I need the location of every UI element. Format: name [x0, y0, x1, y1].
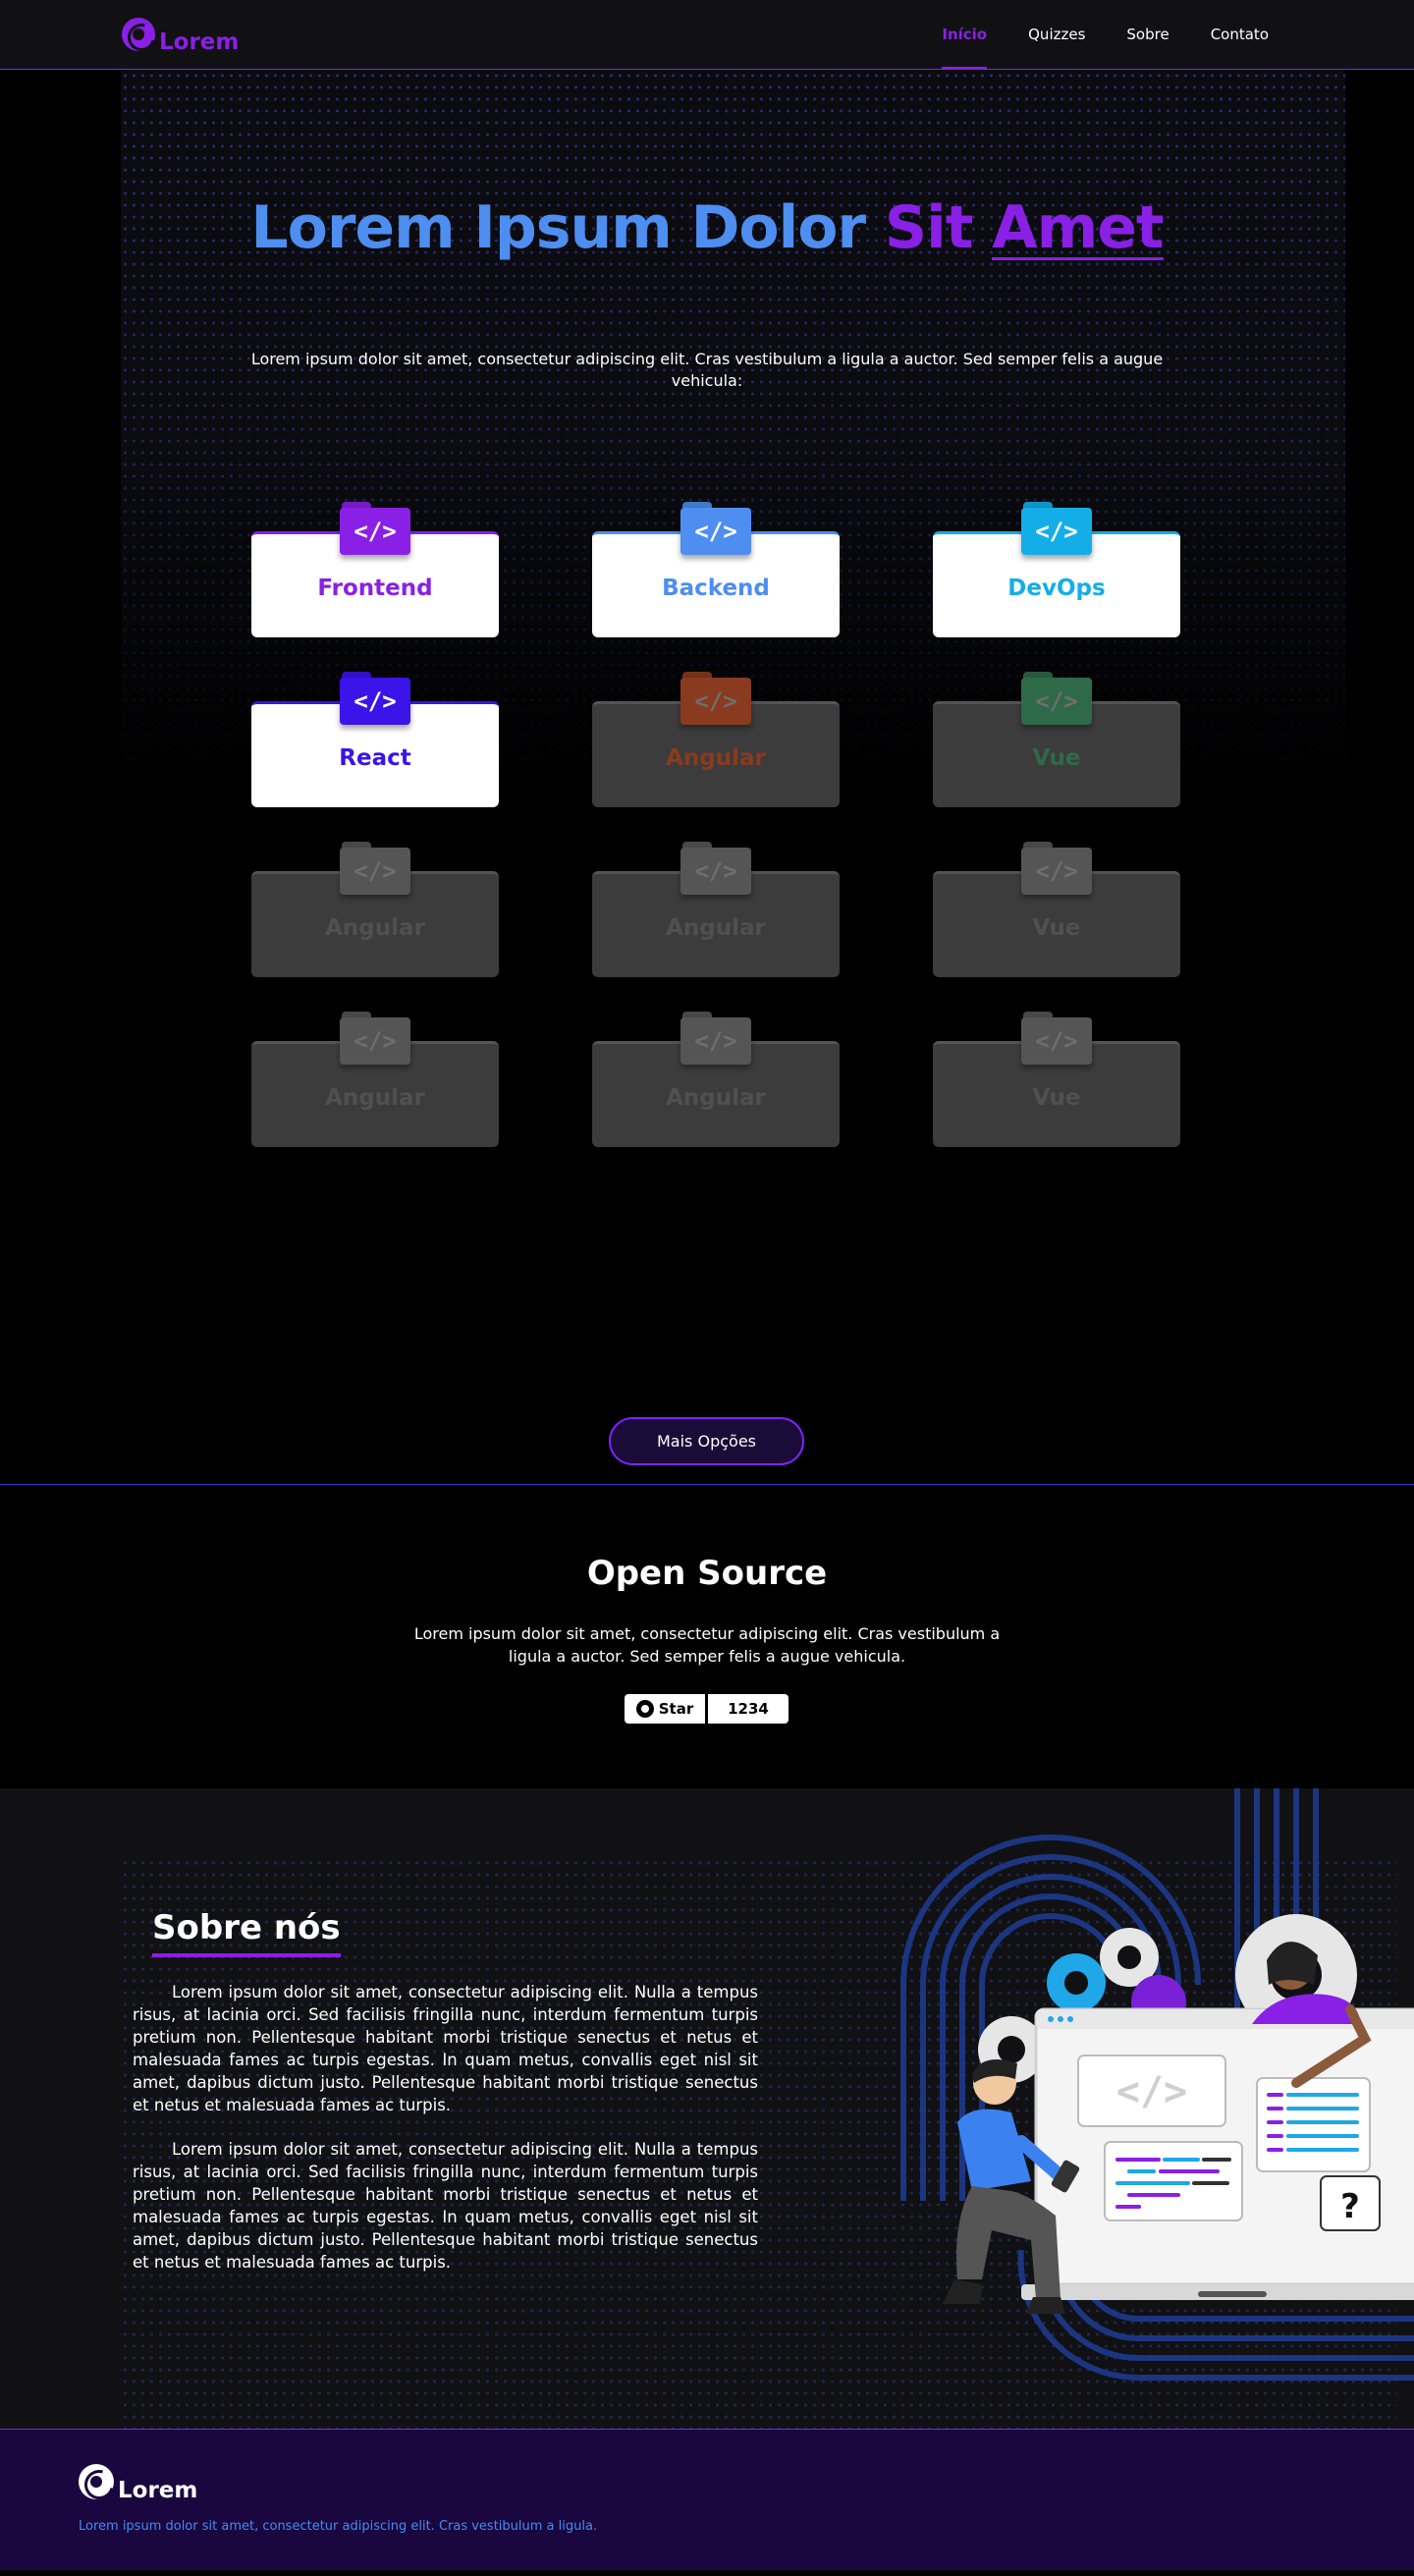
category-card-angular: Angular </>	[592, 672, 840, 807]
brand[interactable]: Lorem	[122, 18, 239, 55]
category-grid: Frontend </> Backend </> DevOps </> React </> An…	[251, 502, 1184, 1147]
folder-body: </>	[340, 1017, 410, 1065]
footer-brand[interactable]: Lorem	[79, 2464, 197, 2503]
folder-code-icon: </>	[680, 1012, 751, 1065]
category-card-label: Angular	[666, 1084, 766, 1111]
category-card-angular: Angular </>	[251, 842, 499, 977]
category-card-label: Angular	[666, 914, 766, 941]
folder-code-icon: </>	[340, 1012, 410, 1065]
footer-brand-name: Lorem	[118, 2478, 198, 2503]
open-source-title: Open Source	[586, 1554, 828, 1593]
folder-body: </>	[1021, 678, 1092, 725]
hero-title-part3: Amet	[992, 193, 1164, 262]
category-card-label: Backend	[662, 575, 770, 601]
category-card-label: Frontend	[317, 575, 433, 601]
more-options-button[interactable]: Mais Opções	[609, 1417, 804, 1465]
footer-text: Lorem ipsum dolor sit amet, consectetur …	[79, 2519, 598, 2534]
hero-subtitle: Lorem ipsum dolor sit amet, consectetur …	[250, 350, 1164, 390]
github-star-label: Star	[658, 1700, 694, 1718]
github-star-button[interactable]: Star	[625, 1694, 705, 1724]
folder-body: </>	[1021, 848, 1092, 895]
folder-body: </>	[680, 678, 751, 725]
footer-logo-icon	[79, 2464, 114, 2499]
nav-link-contato[interactable]: Contato	[1211, 0, 1269, 70]
folder-body: </>	[680, 848, 751, 895]
category-card-label: Vue	[1032, 914, 1081, 941]
folder-code-icon: </>	[1021, 1012, 1092, 1065]
hero-section: Lorem Ipsum Dolor Sit Amet Lorem ipsum d…	[0, 70, 1414, 1484]
hero-title-part2: Sit	[884, 193, 973, 262]
folder-body: </>	[1021, 508, 1092, 555]
folder-body: </>	[1021, 1017, 1092, 1065]
about-title: Sobre nós	[152, 1908, 341, 1957]
illustration-code-text: </>	[1116, 2069, 1187, 2114]
navbar: Lorem Início Quizzes Sobre Contato	[0, 0, 1414, 70]
folder-body: </>	[340, 848, 410, 895]
nav-link-quizzes[interactable]: Quizzes	[1028, 0, 1085, 70]
category-card-label: DevOps	[1007, 575, 1106, 601]
category-card-angular: Angular </>	[251, 1012, 499, 1147]
category-card-label: React	[339, 744, 411, 771]
folder-code-icon: </>	[1021, 672, 1092, 725]
category-card-backend[interactable]: Backend </>	[592, 502, 840, 637]
category-card-angular: Angular </>	[592, 1012, 840, 1147]
folder-code-icon: </>	[340, 842, 410, 895]
category-card-react[interactable]: React </>	[251, 672, 499, 807]
category-card-label: Angular	[325, 1084, 425, 1111]
folder-code-icon: </>	[1021, 502, 1092, 555]
folder-body: </>	[680, 1017, 751, 1065]
about-paragraph-1: Lorem ipsum dolor sit amet, consectetur …	[133, 1983, 758, 2114]
category-card-label: Angular	[325, 914, 425, 941]
folder-code-icon: </>	[1021, 842, 1092, 895]
about-paragraph-2: Lorem ipsum dolor sit amet, consectetur …	[133, 2140, 758, 2272]
folder-body: </>	[340, 508, 410, 555]
folder-code-icon: </>	[680, 502, 751, 555]
illustration-question-text: ?	[1340, 2187, 1360, 2226]
hero-title: Lorem Ipsum Dolor Sit Amet	[0, 193, 1414, 262]
github-icon	[635, 1700, 654, 1718]
github-star-count[interactable]: 1234	[708, 1694, 789, 1724]
category-card-devops[interactable]: DevOps </>	[933, 502, 1180, 637]
folder-code-icon: </>	[680, 842, 751, 895]
open-source-text: Lorem ipsum dolor sit amet, consectetur …	[413, 1624, 1001, 1666]
hero-title-part1: Lorem Ipsum Dolor	[250, 193, 866, 262]
github-star-widget: Star 1234	[625, 1694, 789, 1724]
folder-code-icon: </>	[340, 502, 410, 555]
category-card-vue: Vue </>	[933, 1012, 1180, 1147]
category-card-angular: Angular </>	[592, 842, 840, 977]
nav-link-sobre[interactable]: Sobre	[1126, 0, 1169, 70]
brand-logo-icon	[122, 18, 155, 51]
folder-code-icon: </>	[340, 672, 410, 725]
footer: Lorem Lorem ipsum dolor sit amet, consec…	[0, 2429, 1414, 2570]
category-card-frontend[interactable]: Frontend </>	[251, 502, 499, 637]
category-card-label: Vue	[1032, 1084, 1081, 1111]
category-card-label: Angular	[666, 744, 766, 771]
category-card-vue: Vue </>	[933, 672, 1180, 807]
main-nav: Início Quizzes Sobre Contato	[942, 0, 1269, 70]
folder-body: </>	[340, 678, 410, 725]
category-card-vue: Vue </>	[933, 842, 1180, 977]
brand-name: Lorem	[159, 29, 240, 55]
open-source-section: Open Source Lorem ipsum dolor sit amet, …	[0, 1484, 1414, 1788]
folder-body: </>	[680, 508, 751, 555]
category-card-label: Vue	[1032, 744, 1081, 771]
developers-illustration: </> ?	[900, 1788, 1414, 2382]
about-section: Sobre nós Lorem ipsum dolor sit amet, co…	[0, 1788, 1414, 2429]
nav-link-inicio[interactable]: Início	[942, 0, 987, 70]
folder-code-icon: </>	[680, 672, 751, 725]
